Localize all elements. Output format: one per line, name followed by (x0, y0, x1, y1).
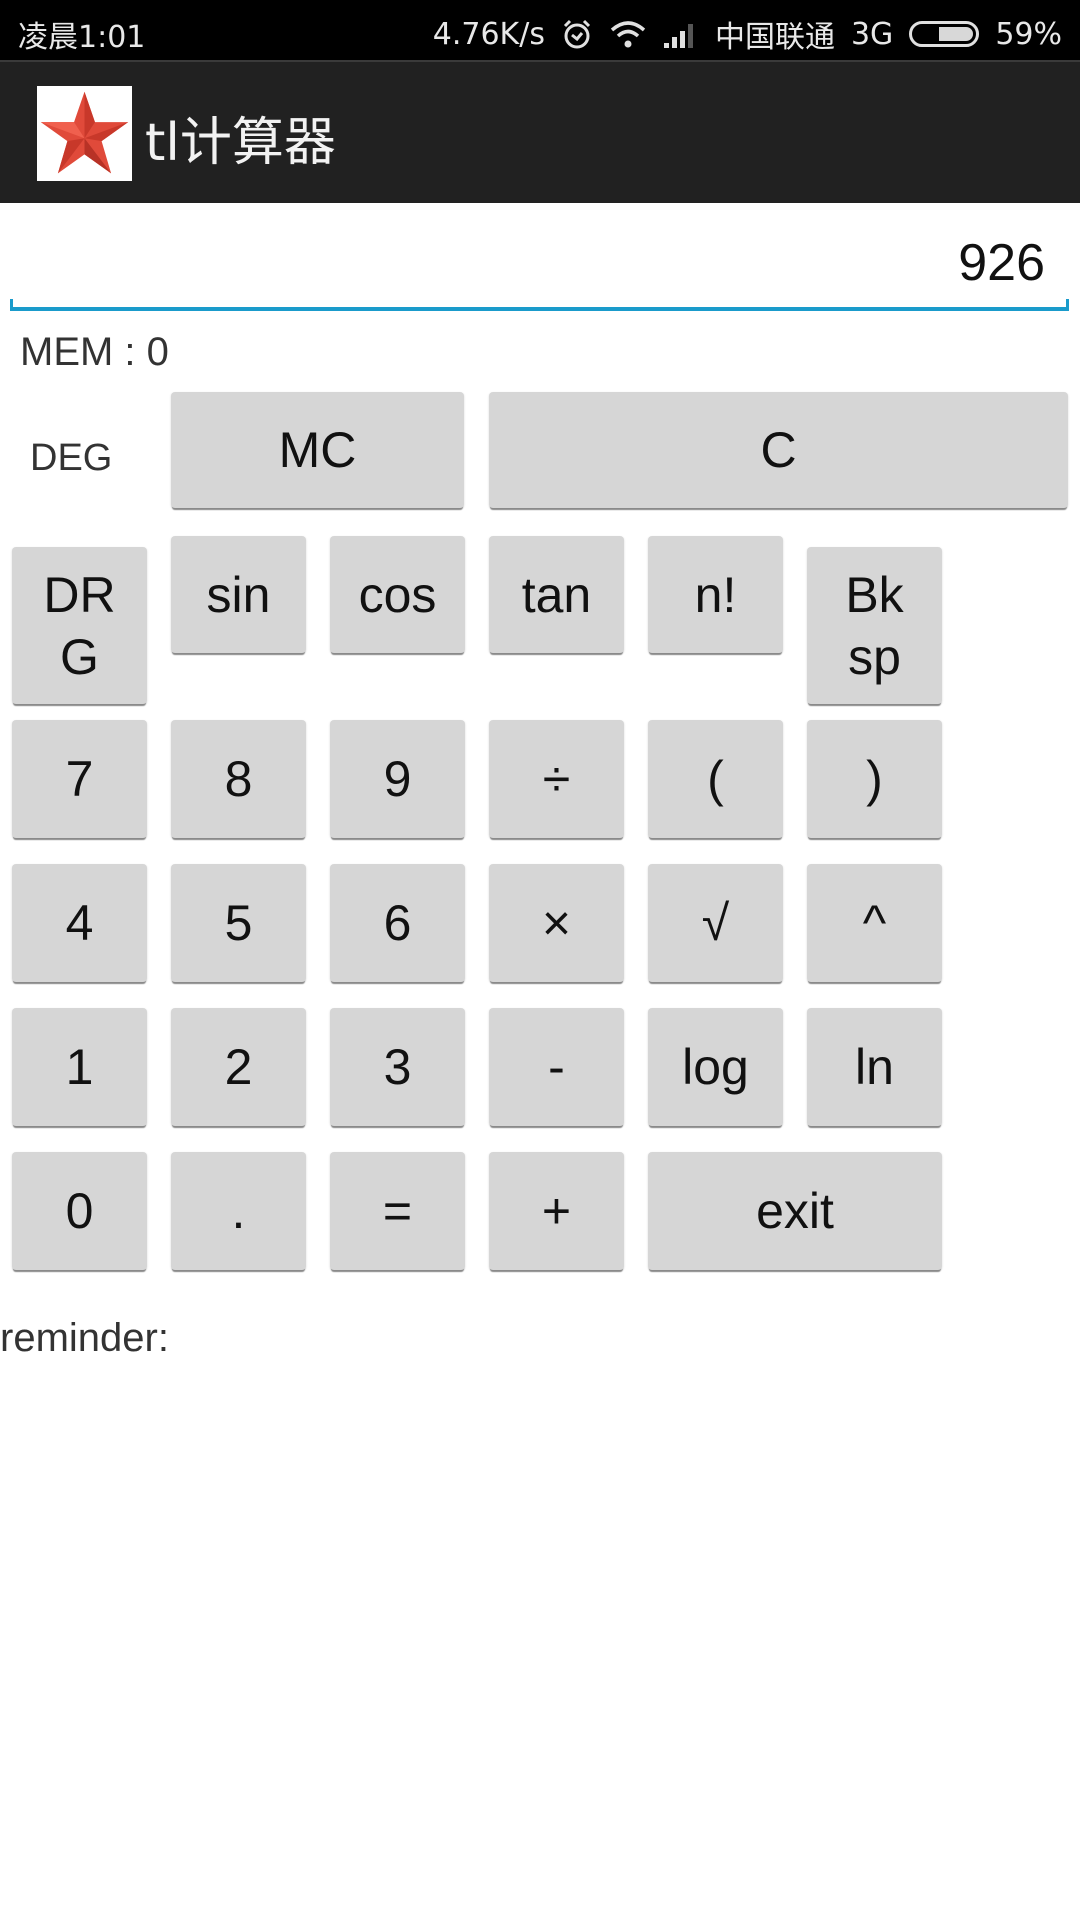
clear-button[interactable]: C (489, 392, 1068, 508)
cos-button[interactable]: cos (330, 536, 465, 653)
decimal-point-button[interactable]: . (171, 1152, 306, 1270)
right-paren-button[interactable]: ) (807, 720, 942, 838)
battery-fill (939, 27, 974, 41)
status-time: 凌晨1:01 (18, 20, 146, 55)
divide-button[interactable]: ÷ (489, 720, 624, 838)
display-value: 926 (958, 234, 1045, 292)
display-underline-right-tick (1066, 299, 1069, 311)
display-underline (10, 307, 1069, 311)
digit-2-button[interactable]: 2 (171, 1008, 306, 1126)
battery-icon (909, 21, 980, 47)
digit-8-button[interactable]: 8 (171, 720, 306, 838)
network-type: 3G (850, 16, 894, 52)
result-display[interactable]: 926 (10, 215, 1069, 311)
exit-button[interactable]: exit (648, 1152, 942, 1270)
digit-0-button[interactable]: 0 (12, 1152, 147, 1270)
reminder-label: reminder: (0, 1316, 169, 1360)
display-underline-left-tick (10, 299, 13, 311)
mc-button[interactable]: MC (171, 392, 464, 508)
net-speed: 4.76K/s (432, 16, 545, 52)
status-right: 4.76K/s 中国联通 3G 59% (433, 12, 1062, 56)
sqrt-button[interactable]: √ (648, 864, 783, 982)
digit-5-button[interactable]: 5 (171, 864, 306, 982)
drg-button[interactable]: DR G (12, 547, 147, 704)
carrier-name: 中国联通 (714, 20, 835, 55)
power-button[interactable]: ^ (807, 864, 942, 982)
add-button[interactable]: + (489, 1152, 624, 1270)
log-button[interactable]: log (648, 1008, 783, 1126)
digit-7-button[interactable]: 7 (12, 720, 147, 838)
digit-6-button[interactable]: 6 (330, 864, 465, 982)
multiply-button[interactable]: × (489, 864, 624, 982)
digit-1-button[interactable]: 1 (12, 1008, 147, 1126)
sin-button[interactable]: sin (171, 536, 306, 653)
battery-percent: 59% (995, 16, 1062, 52)
factorial-button[interactable]: n! (648, 536, 783, 653)
digit-9-button[interactable]: 9 (330, 720, 465, 838)
equals-button[interactable]: = (330, 1152, 465, 1270)
signal-icon (663, 19, 699, 49)
alarm-icon (561, 18, 593, 50)
subtract-button[interactable]: - (489, 1008, 624, 1126)
digit-3-button[interactable]: 3 (330, 1008, 465, 1126)
action-bar: tl计算器 (0, 60, 1080, 203)
digit-4-button[interactable]: 4 (12, 864, 147, 982)
ln-button[interactable]: ln (807, 1008, 942, 1126)
tan-button[interactable]: tan (489, 536, 624, 653)
left-paren-button[interactable]: ( (648, 720, 783, 838)
memory-label: MEM : 0 (20, 330, 169, 374)
red-star-icon (37, 86, 132, 181)
status-bar: 凌晨1:01 4.76K/s 中国联通 3G 59% (0, 0, 1080, 60)
app-title: tl计算器 (145, 113, 336, 173)
backspace-button[interactable]: Bk sp (807, 547, 942, 704)
wifi-icon (609, 19, 647, 49)
angle-mode-label: DEG (30, 437, 113, 479)
